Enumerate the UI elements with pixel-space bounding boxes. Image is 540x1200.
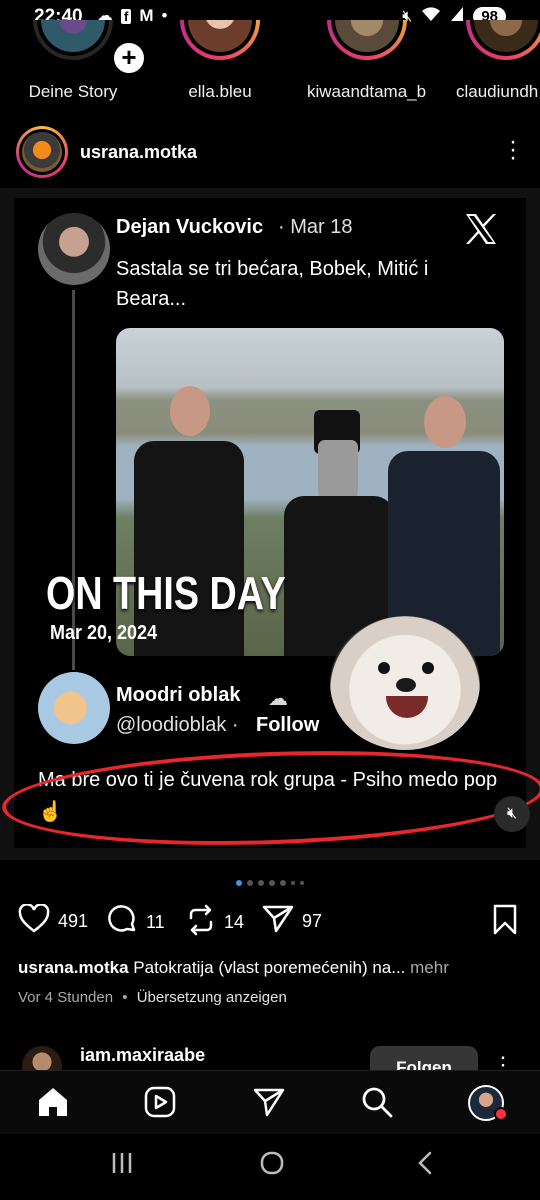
- save-button[interactable]: [492, 904, 518, 941]
- caption-username[interactable]: usrana.motka: [18, 958, 129, 977]
- person-figure: [284, 410, 394, 656]
- profile-tab[interactable]: [468, 1085, 508, 1121]
- meta-separator: •: [122, 989, 128, 1006]
- carousel-dot: [291, 881, 295, 885]
- search-icon[interactable]: [360, 1085, 394, 1119]
- repost-button[interactable]: 14: [186, 904, 244, 941]
- post-time: Vor 4 Stunden: [18, 989, 114, 1006]
- system-nav: [0, 1134, 540, 1200]
- caption-text: Patokratija (vlast poremećenih) na...: [133, 958, 406, 977]
- carousel-dot: [300, 881, 304, 885]
- heart-icon[interactable]: [18, 903, 50, 939]
- add-story-icon[interactable]: +: [111, 40, 147, 76]
- search-tab[interactable]: [360, 1085, 400, 1121]
- dog-sticker: [330, 616, 480, 750]
- send-icon[interactable]: [252, 1085, 286, 1119]
- messages-tab[interactable]: [252, 1085, 292, 1121]
- reels-tab[interactable]: [143, 1085, 183, 1121]
- carousel-dot: [269, 880, 275, 886]
- post-media[interactable]: Dejan Vuckovic · Mar 18 Sastala se tri b…: [0, 188, 540, 860]
- story-avatar[interactable]: [33, 20, 113, 60]
- overlay-date: Mar 20, 2024: [50, 622, 158, 644]
- comment-count: 11: [146, 912, 165, 932]
- caption-more-link[interactable]: mehr: [410, 958, 449, 977]
- home-icon[interactable]: [36, 1085, 70, 1119]
- post-caption[interactable]: usrana.motka Patokratija (vlast poremeće…: [18, 958, 528, 978]
- red-highlight-oval: [0, 742, 540, 854]
- story-avatar[interactable]: [466, 20, 540, 60]
- recents-icon[interactable]: [110, 1150, 134, 1182]
- overlay-title: ON THIS DAY: [46, 567, 286, 619]
- tweet-date: · Mar 18: [278, 216, 353, 238]
- back-icon[interactable]: [414, 1150, 438, 1182]
- next-post-username[interactable]: iam.maxiraabe: [80, 1045, 205, 1066]
- carousel-dot: [236, 880, 242, 886]
- post-avatar[interactable]: [16, 126, 68, 178]
- mute-toggle-icon[interactable]: 🔇︎: [494, 796, 530, 832]
- reply-handle: @loodioblak ·: [116, 714, 239, 736]
- reply-follow-label: Follow: [256, 714, 320, 736]
- translate-link[interactable]: Übersetzung anzeigen: [137, 989, 287, 1006]
- x-logo-icon: [464, 212, 498, 254]
- like-button[interactable]: 491: [18, 903, 89, 939]
- reels-icon[interactable]: [143, 1085, 177, 1119]
- story-name: ella.bleu: [188, 82, 252, 101]
- like-count: 491: [58, 911, 89, 931]
- tweet-screenshot: Dejan Vuckovic · Mar 18 Sastala se tri b…: [0, 198, 540, 854]
- story-name: kiwaandtama_b...: [307, 82, 427, 101]
- post-username[interactable]: usrana.motka: [80, 142, 197, 163]
- repost-count: 14: [224, 912, 245, 932]
- bottom-nav: [0, 1070, 540, 1135]
- notification-dot: [494, 1107, 508, 1121]
- share-count: 97: [302, 911, 323, 931]
- carousel-dot: [258, 880, 264, 886]
- post-meta: Vor 4 Stunden • Übersetzung anzeigen: [18, 989, 287, 1006]
- story-name: Deine Story: [28, 82, 118, 101]
- carousel-dot: [247, 880, 253, 886]
- bookmark-icon[interactable]: [492, 904, 518, 941]
- carousel-dot: [280, 880, 286, 886]
- send-icon[interactable]: [262, 904, 294, 939]
- share-button[interactable]: 97: [262, 904, 322, 939]
- comment-button[interactable]: 11: [106, 904, 165, 941]
- story-avatar[interactable]: [327, 20, 407, 60]
- stories-tray[interactable]: + Deine Story ella.bleu kiwaandtama_b...…: [0, 20, 540, 110]
- cloud-emoji-icon: ☁: [268, 688, 288, 710]
- reply-author-name: Moodri oblak: [116, 684, 241, 706]
- story-avatar[interactable]: [180, 20, 260, 60]
- post-actions: 491 11 14 97: [0, 903, 540, 944]
- tweet-text: Sastala se tri bećara, Bobek, Mitić i Be…: [116, 258, 429, 310]
- reply-author-avatar: [38, 672, 110, 744]
- home-button-icon[interactable]: [260, 1150, 284, 1182]
- tweet-author-avatar: [38, 213, 110, 285]
- comment-icon[interactable]: [106, 904, 138, 941]
- home-tab[interactable]: [36, 1085, 76, 1121]
- story-name: claudiundh: [456, 82, 539, 101]
- post-header: usrana.motka · · ·: [0, 120, 540, 184]
- carousel-indicator: [0, 880, 540, 886]
- tweet-author-name: Dejan Vuckovic: [116, 216, 264, 238]
- more-options-icon[interactable]: · · ·: [508, 130, 518, 170]
- repost-icon[interactable]: [186, 904, 216, 941]
